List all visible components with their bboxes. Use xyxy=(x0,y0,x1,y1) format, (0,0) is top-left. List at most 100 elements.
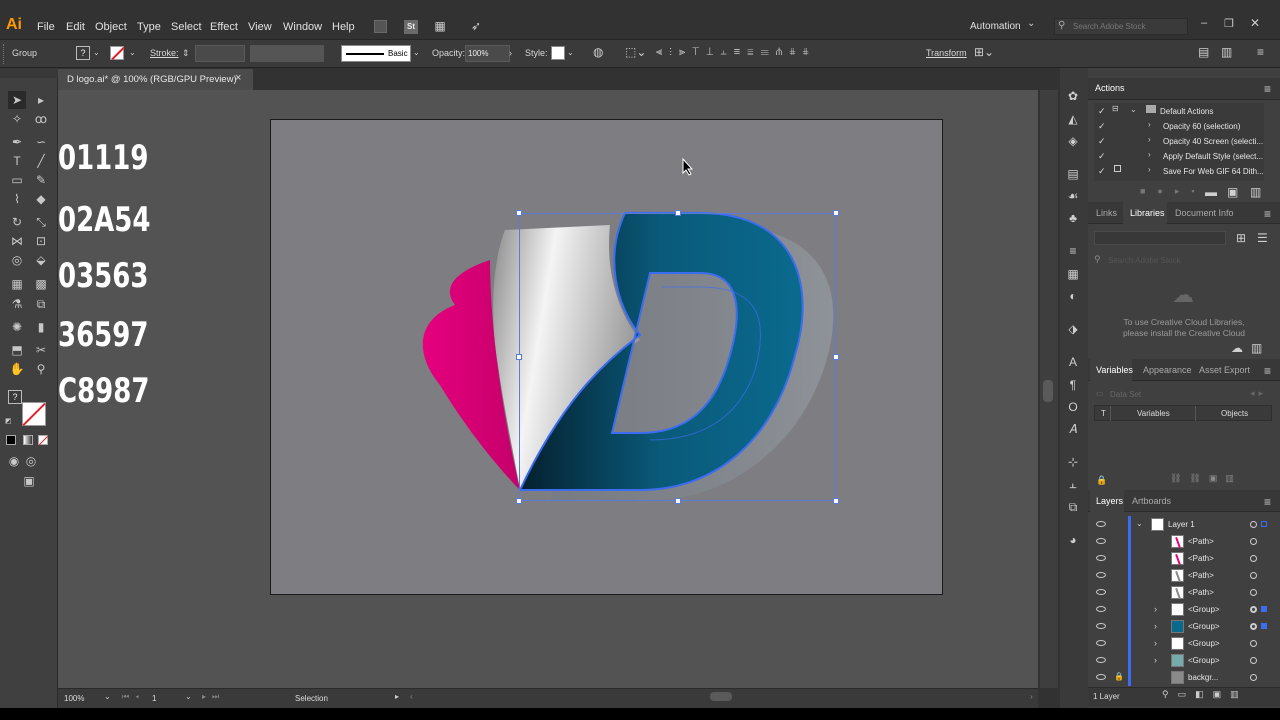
tab-asset-export[interactable]: Asset Export xyxy=(1199,365,1250,375)
selection-handle[interactable] xyxy=(516,498,522,504)
col-type-header[interactable]: T xyxy=(1101,409,1106,418)
library-search-input[interactable]: Search Adobe Stock xyxy=(1108,256,1181,265)
color-mode-icon[interactable] xyxy=(6,435,16,445)
action-row[interactable]: ✓ › Opacity 60 (selection) xyxy=(1088,119,1280,134)
layer-row-background[interactable]: 🔒 backgr... xyxy=(1088,669,1280,686)
tab-layers[interactable]: Layers xyxy=(1096,496,1123,506)
opacity-label[interactable]: Opacity: xyxy=(432,48,465,58)
chevron-down-icon[interactable]: ⌄ xyxy=(93,46,100,60)
layer-row-layer-1[interactable]: ⌄ Layer 1 xyxy=(1088,516,1280,533)
layer-item-name[interactable]: backgr... xyxy=(1188,673,1218,682)
layer-row-group[interactable]: › <Group> xyxy=(1088,601,1280,618)
shape-builder-icon[interactable]: ◎ xyxy=(8,251,26,269)
menu-select[interactable]: Select xyxy=(171,21,202,33)
chevron-down-icon[interactable]: ⌄ xyxy=(1027,18,1035,29)
artboard-tool-icon[interactable]: ⬒ xyxy=(8,341,26,359)
chevron-down-icon[interactable]: ⌄ xyxy=(1136,519,1143,528)
stock-icon[interactable]: St xyxy=(404,20,418,34)
selection-handle[interactable] xyxy=(675,210,681,216)
live-paint-icon[interactable]: ⬙ xyxy=(32,251,50,269)
selection-handle[interactable] xyxy=(833,498,839,504)
visibility-eye-icon[interactable] xyxy=(1096,572,1106,578)
action-row[interactable]: ✓ › Save For Web GIF 64 Dith... xyxy=(1088,164,1280,179)
chevron-right-icon[interactable]: › xyxy=(1030,692,1033,701)
swatches-icon[interactable]: ▤ xyxy=(1066,167,1080,181)
color-icon[interactable]: ◈ xyxy=(1066,134,1080,148)
slice-tool-icon[interactable]: ✂ xyxy=(32,341,50,359)
mesh-tool-icon[interactable]: ▩ xyxy=(32,275,50,293)
brushes-icon[interactable]: ☙ xyxy=(1066,189,1080,203)
hand-tool-icon[interactable]: ✋ xyxy=(8,360,26,378)
menu-object[interactable]: Object xyxy=(95,21,127,33)
layer-row-group[interactable]: › <Group> xyxy=(1088,618,1280,635)
bridge-icon[interactable] xyxy=(374,20,387,33)
align-buttons-group[interactable]: ⫷⫶⫸⊤⊥⫠≡≣☰⋔⋕⋕ xyxy=(656,45,916,59)
target-circle-icon[interactable] xyxy=(1250,674,1257,681)
action-row[interactable]: ✓ › Opacity 40 Screen (selecti... xyxy=(1088,134,1280,149)
variables-footer-buttons[interactable]: ⛓⛓▣▥ xyxy=(1170,473,1242,484)
target-circle-icon[interactable] xyxy=(1250,572,1257,579)
blend-tool-icon[interactable]: ⧉ xyxy=(32,295,50,313)
transform-link[interactable]: Transform xyxy=(926,48,967,58)
layer-row-group[interactable]: › <Group> xyxy=(1088,652,1280,669)
close-window-icon[interactable]: ✕ xyxy=(1250,16,1260,30)
curvature-tool-icon[interactable]: ∽ xyxy=(32,133,50,151)
chevron-down-icon[interactable]: ⌄ xyxy=(129,46,136,60)
target-circle-icon[interactable] xyxy=(1250,657,1257,664)
lock-icon[interactable]: 🔒 xyxy=(1114,672,1124,681)
recolor-artwork-icon[interactable]: ◍ xyxy=(593,45,603,59)
check-icon[interactable]: ✓ xyxy=(1098,121,1106,132)
layers-footer-buttons[interactable]: ⚲▭◧▣▥ xyxy=(1162,689,1248,700)
lasso-icon[interactable]: ꝏ xyxy=(32,110,50,128)
stroke-stepper-icon[interactable]: ⇕ xyxy=(182,46,190,60)
rotate-tool-icon[interactable]: ↻ xyxy=(8,213,26,231)
paragraph-icon[interactable]: ¶ xyxy=(1066,378,1080,392)
target-circle-icon[interactable] xyxy=(1250,538,1257,545)
selection-handle[interactable] xyxy=(516,210,522,216)
line-tool-icon[interactable]: ╱ xyxy=(32,152,50,170)
fill-swatch[interactable]: ? xyxy=(76,46,90,60)
none-mode-icon[interactable] xyxy=(38,435,49,446)
layer-item-name[interactable]: <Group> xyxy=(1188,622,1220,631)
layer-item-name[interactable]: <Path> xyxy=(1188,588,1214,597)
data-set-nav[interactable]: ◂▸ xyxy=(1250,388,1267,399)
grid-view-icon[interactable]: ⊞ xyxy=(1236,231,1246,245)
eyedropper-icon[interactable]: ⚗ xyxy=(8,295,26,313)
graphic-style-swatch[interactable] xyxy=(551,46,565,60)
selection-handle[interactable] xyxy=(516,354,522,360)
stroke-panel-icon[interactable]: ≡ xyxy=(1066,244,1080,258)
layer-row-path[interactable]: <Path> xyxy=(1088,567,1280,584)
gradient-mode-icon[interactable] xyxy=(23,435,33,445)
list-view-icon[interactable]: ☰ xyxy=(1257,231,1268,245)
opacity-input[interactable]: 100% xyxy=(465,45,510,62)
target-circle-icon[interactable] xyxy=(1250,623,1257,630)
tab-links[interactable]: Links xyxy=(1096,208,1117,218)
selection-square-icon[interactable] xyxy=(1261,606,1267,612)
selection-tool-icon[interactable]: ➤ xyxy=(8,91,26,109)
target-circle-icon[interactable] xyxy=(1250,589,1257,596)
dialog-toggle-icon[interactable]: ⊟ xyxy=(1112,104,1119,113)
target-circle-icon[interactable] xyxy=(1250,521,1257,528)
trash-icon[interactable]: ▥ xyxy=(1250,185,1261,199)
type-tool-icon[interactable]: T xyxy=(8,152,26,170)
brush-definition[interactable]: Basic xyxy=(341,45,411,62)
stroke-swatch[interactable] xyxy=(110,46,125,61)
scrollbar-thumb[interactable] xyxy=(1043,380,1053,402)
visibility-eye-icon[interactable] xyxy=(1096,521,1106,527)
lock-icon[interactable]: 🔒 xyxy=(1096,473,1107,487)
tab-appearance[interactable]: Appearance xyxy=(1143,365,1192,375)
paintbrush-icon[interactable]: ✎ xyxy=(32,171,50,189)
perspective-grid-icon[interactable]: ▦ xyxy=(8,275,26,293)
gradient-panel-icon[interactable]: ▦ xyxy=(1066,267,1080,281)
restore-icon[interactable]: ❐ xyxy=(1224,17,1234,30)
visibility-eye-icon[interactable] xyxy=(1096,555,1106,561)
selection-handle[interactable] xyxy=(833,210,839,216)
isolate-icon[interactable]: ⊞⌄ xyxy=(972,45,996,59)
tab-libraries[interactable]: Libraries xyxy=(1130,208,1165,218)
minimize-icon[interactable]: – xyxy=(1201,17,1207,29)
artboard-nav-prev[interactable]: ⏮◂ xyxy=(122,692,145,702)
magic-wand-icon[interactable]: ✧ xyxy=(8,110,26,128)
layer-row-group[interactable]: › <Group> xyxy=(1088,635,1280,652)
menu-window[interactable]: Window xyxy=(283,21,322,33)
layer-item-name[interactable]: <Path> xyxy=(1188,537,1214,546)
